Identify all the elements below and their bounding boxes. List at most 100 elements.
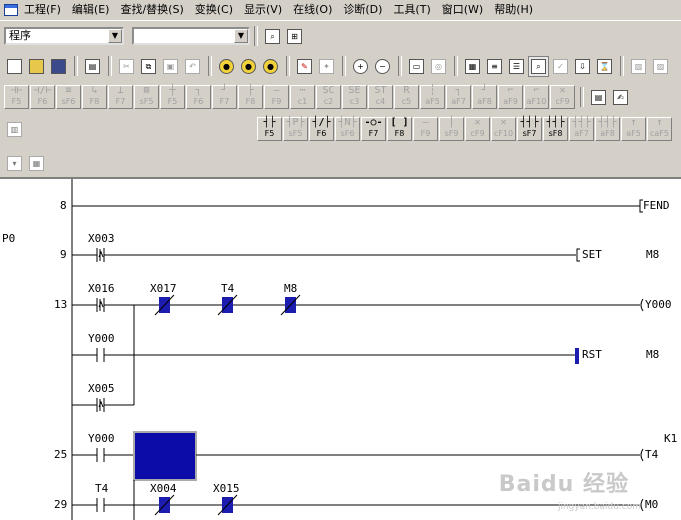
monitor-button[interactable]: ▭	[406, 56, 427, 77]
app-icon[interactable]	[4, 4, 18, 16]
fkey1-sf6-button[interactable]: ≡ sF6	[56, 85, 81, 109]
comment-edit-button[interactable]: ✎	[294, 56, 315, 77]
undo-icon: ↶	[185, 58, 200, 74]
zoom-out-button[interactable]: −	[372, 56, 393, 77]
open-button[interactable]	[26, 56, 47, 77]
find-instruction-button[interactable]: ●	[238, 56, 259, 77]
extra-tool-2-button[interactable]: ▨	[650, 56, 671, 77]
fkey2-sf7-button[interactable]: ┤┤├ sF7	[517, 117, 542, 141]
fkey2-f5-button[interactable]: ┤├ F5	[257, 117, 282, 141]
fkey1-c2-button[interactable]: SC c2	[316, 85, 341, 109]
fkey1-f6-button[interactable]: ⊣/⊢ F6	[30, 85, 55, 109]
menu-online[interactable]: 在线(O)	[287, 1, 337, 19]
fkey1-af8-button[interactable]: ┘ aF8	[472, 85, 497, 109]
fkey2-sf6-button[interactable]: ┤N├ sF6	[335, 117, 360, 141]
monitor-write-button[interactable]: ◎	[428, 56, 449, 77]
menu-help[interactable]: 帮助(H)	[488, 1, 538, 19]
coil-t4	[640, 448, 644, 462]
zoom-in-button[interactable]: +	[350, 56, 371, 77]
device-x015: X015	[213, 482, 240, 495]
reading-mode-button[interactable]: ▤	[588, 87, 609, 108]
fkey1-af10-button[interactable]: ⌐ aF10	[524, 85, 549, 109]
menu-view[interactable]: 显示(V)	[238, 1, 287, 19]
ladder-symbol-icon: [ ]	[390, 117, 409, 128]
fkey2-f6-button[interactable]: ┤/├ F6	[309, 117, 334, 141]
fkey1-cf9-button[interactable]: ✕ cF9	[550, 85, 575, 109]
menu-edit[interactable]: 编辑(E)	[66, 1, 115, 19]
plc-read-button[interactable]: ⇩	[572, 56, 593, 77]
program-list-button[interactable]: ▥	[4, 119, 25, 140]
fkey2-af8-button[interactable]: ┤┤├ aF8	[595, 117, 620, 141]
secondary-combo[interactable]: ▼	[132, 27, 250, 45]
fkey2-cf10-button[interactable]: ✕ cF10	[491, 117, 516, 141]
fkey2-cf9-button[interactable]: ✕ cF9	[465, 117, 490, 141]
menu-find-replace[interactable]: 查找/替换(S)	[114, 1, 188, 19]
plc-write-button[interactable]: ⌛	[594, 56, 615, 77]
print-button[interactable]: ▤	[82, 56, 103, 77]
fkey1-c1-button[interactable]: ⋯ c1	[290, 85, 315, 109]
ladder-editor[interactable]: 8 FEND P0 9 X003 SET M8 13 X016 X017 T4 …	[0, 177, 681, 520]
fkey1-c3-button[interactable]: SE c3	[342, 85, 367, 109]
fkey2-sf8-button[interactable]: ┤┤├ sF8	[543, 117, 568, 141]
memory-button[interactable]: ▦	[26, 153, 47, 174]
new-button[interactable]	[4, 56, 25, 77]
fkey2-f8-button[interactable]: [ ] F8	[387, 117, 412, 141]
fend-label: FEND	[643, 199, 670, 212]
toolbar-misc: ▾ ▦	[4, 150, 48, 176]
menu-diagnostics[interactable]: 诊断(D)	[337, 1, 387, 19]
set-device: M8	[646, 248, 660, 261]
menu-convert[interactable]: 变换(C)	[189, 1, 238, 19]
fkey1-af7-button[interactable]: ┐ aF7	[446, 85, 471, 109]
copy-button[interactable]: ⧉	[138, 56, 159, 77]
fkey1-f5-button[interactable]: ┼ F5	[160, 85, 185, 109]
fkey1-af9-button[interactable]: ⌐ aF9	[498, 85, 523, 109]
function-key-label: F6	[37, 97, 48, 106]
fkey2-f7-button[interactable]: -○- F7	[361, 117, 386, 141]
save-button[interactable]	[48, 56, 69, 77]
fkey2-sf5-button[interactable]: ┤P├ sF5	[283, 117, 308, 141]
paste-button[interactable]: ▣	[160, 56, 181, 77]
find-device-button[interactable]: ●	[216, 56, 237, 77]
ladder-view-button[interactable]: ▦	[462, 56, 483, 77]
fkey2-sf9-button[interactable]: │ sF9	[439, 117, 464, 141]
fkey2-af5-button[interactable]: ↑ aF5	[621, 117, 646, 141]
device-x004: X004	[150, 482, 177, 495]
fkey1-c4-button[interactable]: ST c4	[368, 85, 393, 109]
list-view-button[interactable]: ≡	[484, 56, 505, 77]
extra-tool-1-button[interactable]: ▨	[628, 56, 649, 77]
write-mode-button[interactable]: ✍	[610, 87, 631, 108]
parameter-check-button[interactable]: ⌕	[262, 26, 283, 47]
fkey1-f8-button[interactable]: ├ F8	[238, 85, 263, 109]
program-combo[interactable]: 程序 ▼	[4, 27, 124, 45]
fkey1-c5-button[interactable]: Rc5	[394, 85, 419, 109]
save-icon	[51, 58, 66, 74]
fkey1-f5-button[interactable]: ⊣⊢ F5	[4, 85, 29, 109]
menu-project[interactable]: 工程(F)	[24, 1, 66, 19]
comment-mode-button[interactable]: ▾	[4, 153, 25, 174]
fkey1-f7-button[interactable]: ⊥ F7	[108, 85, 133, 109]
function-key-label: aF5	[626, 129, 641, 138]
project-tree-button[interactable]: ⊞	[284, 26, 305, 47]
fkey2-caf5-button[interactable]: ↑ caF5	[647, 117, 672, 141]
ladder-symbol-icon: ┤┤├	[572, 117, 591, 128]
statement-edit-button[interactable]: ✦	[316, 56, 337, 77]
ladder-symbol-icon: —	[273, 85, 280, 96]
find-step-button[interactable]: ●	[260, 56, 281, 77]
fkey1-f7-button[interactable]: ┘ F7	[212, 85, 237, 109]
fkey2-af7-button[interactable]: ┤┤├ aF7	[569, 117, 594, 141]
menu-window[interactable]: 窗口(W)	[436, 1, 488, 19]
cut-button[interactable]: ✂	[116, 56, 137, 77]
device-batch-button[interactable]: ✓	[550, 56, 571, 77]
sfc-view-button[interactable]: ⌕	[528, 55, 549, 77]
undo-button[interactable]: ↶	[182, 56, 203, 77]
fkey2-f9-button[interactable]: — F9	[413, 117, 438, 141]
chevron-down-icon[interactable]: ▼	[234, 29, 248, 43]
fkey1-f9-button[interactable]: — F9	[264, 85, 289, 109]
menu-tools[interactable]: 工具(T)	[387, 1, 435, 19]
chevron-down-icon[interactable]: ▼	[108, 29, 122, 43]
fkey1-f8-button[interactable]: ↳ F8	[82, 85, 107, 109]
fkey1-sf5-button[interactable]: ⊠ sF5	[134, 85, 159, 109]
device-comment-button[interactable]: ☰	[506, 56, 527, 77]
fkey1-f6-button[interactable]: ┐ F6	[186, 85, 211, 109]
fkey1-af5-button[interactable]: ┆ aF5	[420, 85, 445, 109]
